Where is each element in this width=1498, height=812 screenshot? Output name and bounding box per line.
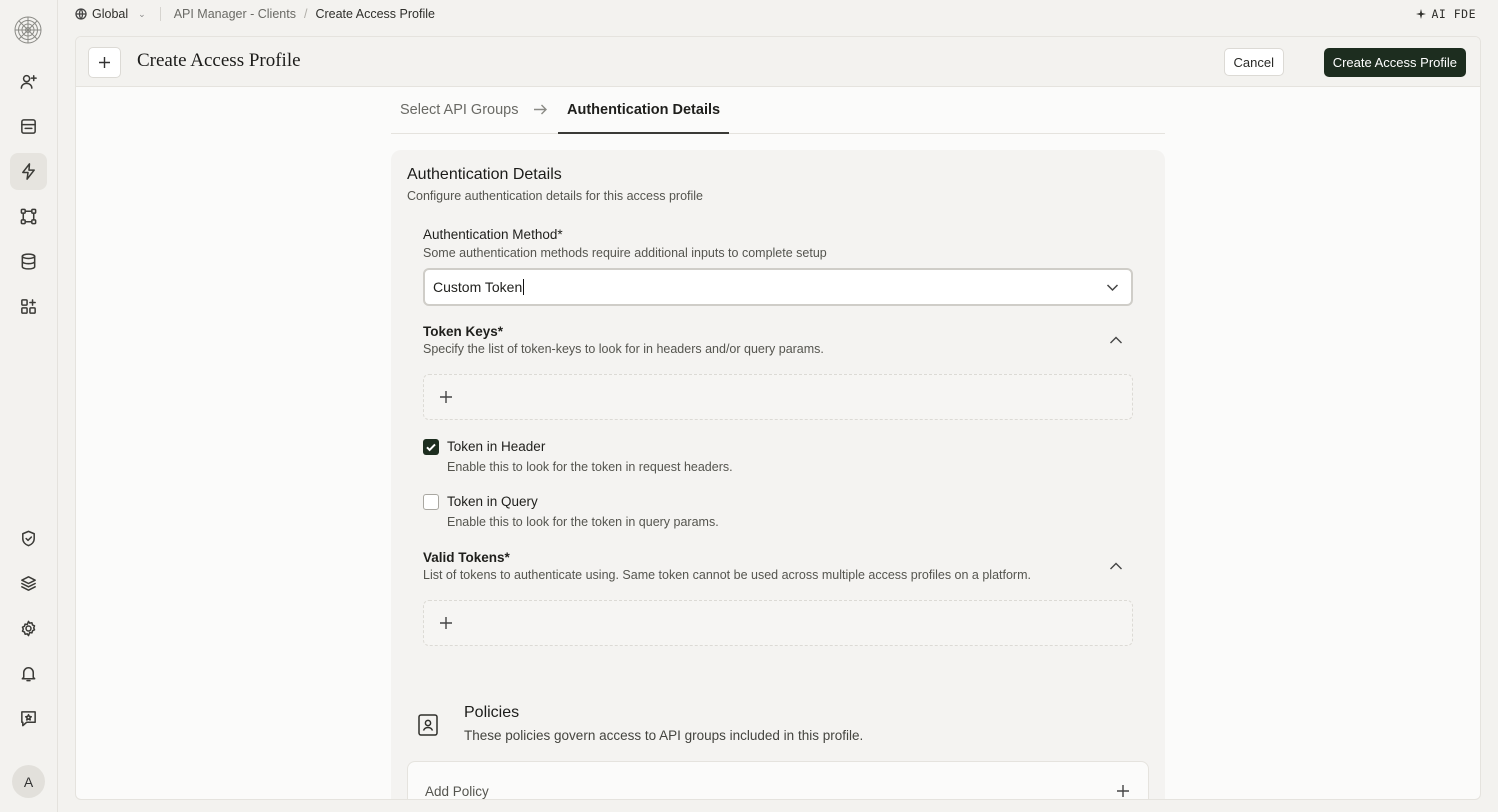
auth-method-value: Custom Token <box>433 279 523 295</box>
top-bar: Global ⌄ API Manager - Clients / Create … <box>58 0 1498 28</box>
page-title: Create Access Profile <box>137 50 301 71</box>
step-tabs: Select API Groups Authentication Details <box>391 87 1165 134</box>
user-add-icon[interactable] <box>10 63 47 100</box>
bell-icon[interactable] <box>10 655 47 692</box>
policies-title: Policies <box>464 704 520 721</box>
breadcrumb-parent[interactable]: API Manager - Clients <box>174 7 296 21</box>
scope-label: Global <box>92 7 129 21</box>
page-header: Create Access Profile Cancel Create Acce… <box>76 37 1480 87</box>
token-in-query-label: Token in Query <box>447 494 538 509</box>
cancel-button[interactable]: Cancel <box>1223 48 1284 76</box>
chevron-down-icon: ⌄ <box>138 8 146 19</box>
token-in-query-description: Enable this to look for the token in que… <box>447 515 719 529</box>
sparkle-icon <box>1416 9 1427 19</box>
document-icon[interactable] <box>10 108 47 145</box>
token-in-header-label: Token in Header <box>447 439 546 454</box>
main-panel: Create Access Profile Cancel Create Acce… <box>75 36 1481 800</box>
auth-method-label: Authentication Method* <box>423 227 563 242</box>
scope-selector[interactable]: Global ⌄ <box>75 7 146 21</box>
add-policy-label: Add Policy <box>425 784 489 799</box>
auth-method-description: Some authentication methods require addi… <box>423 246 827 260</box>
tab-select-api-groups[interactable]: Select API Groups <box>400 102 518 118</box>
token-in-query-checkbox[interactable] <box>423 494 439 510</box>
auth-method-select[interactable]: Custom Token <box>423 268 1133 306</box>
chevron-down-icon <box>1106 281 1119 297</box>
avatar-initial: A <box>23 773 34 790</box>
add-policy-row[interactable]: Add Policy <box>407 761 1149 799</box>
token-keys-label: Token Keys* <box>423 324 504 339</box>
arrow-right-icon <box>532 101 549 123</box>
section-title: Authentication Details <box>407 166 562 183</box>
add-valid-token-icon[interactable] <box>439 616 453 635</box>
lightning-icon[interactable] <box>10 153 47 190</box>
feedback-icon[interactable] <box>10 700 47 737</box>
token-keys-description: Specify the list of token-keys to look f… <box>423 342 824 356</box>
token-in-header-checkbox[interactable] <box>423 439 439 455</box>
nodes-icon[interactable] <box>10 198 47 235</box>
check-icon <box>426 443 436 452</box>
database-icon[interactable] <box>10 243 47 280</box>
policies-description: These policies govern access to API grou… <box>464 728 864 743</box>
logo-icon[interactable] <box>12 14 44 46</box>
avatar[interactable]: A <box>12 765 45 798</box>
ai-fde-button[interactable]: AI FDE <box>1416 7 1476 21</box>
valid-tokens-description: List of tokens to authenticate using. Sa… <box>423 568 1031 582</box>
breadcrumb-current: Create Access Profile <box>315 7 435 21</box>
section-description: Configure authentication details for thi… <box>407 189 703 203</box>
breadcrumb-separator: / <box>303 7 308 21</box>
add-token-key-icon[interactable] <box>439 390 453 409</box>
divider <box>159 7 161 21</box>
token-keys-add-area[interactable] <box>423 374 1133 420</box>
token-in-header-description: Enable this to look for the token in req… <box>447 460 733 474</box>
policy-document-icon <box>407 704 449 746</box>
globe-icon <box>75 8 87 20</box>
authentication-section: Authentication Details Configure authent… <box>391 150 1165 799</box>
valid-tokens-label: Valid Tokens* <box>423 550 510 565</box>
ai-fde-label: AI FDE <box>1431 7 1476 21</box>
tab-authentication-details[interactable]: Authentication Details <box>558 87 730 134</box>
gear-icon[interactable] <box>10 610 47 647</box>
shield-icon[interactable] <box>10 520 47 557</box>
layers-icon[interactable] <box>10 565 47 602</box>
valid-tokens-collapse-icon[interactable] <box>1109 559 1123 578</box>
token-keys-collapse-icon[interactable] <box>1109 333 1123 352</box>
page-plus-icon <box>88 47 121 78</box>
valid-tokens-add-area[interactable] <box>423 600 1133 646</box>
apps-add-icon[interactable] <box>10 288 47 325</box>
create-access-profile-button[interactable]: Create Access Profile <box>1323 48 1466 77</box>
left-rail: A <box>0 0 58 812</box>
add-policy-plus-icon[interactable] <box>1116 784 1130 799</box>
text-cursor <box>523 279 525 295</box>
